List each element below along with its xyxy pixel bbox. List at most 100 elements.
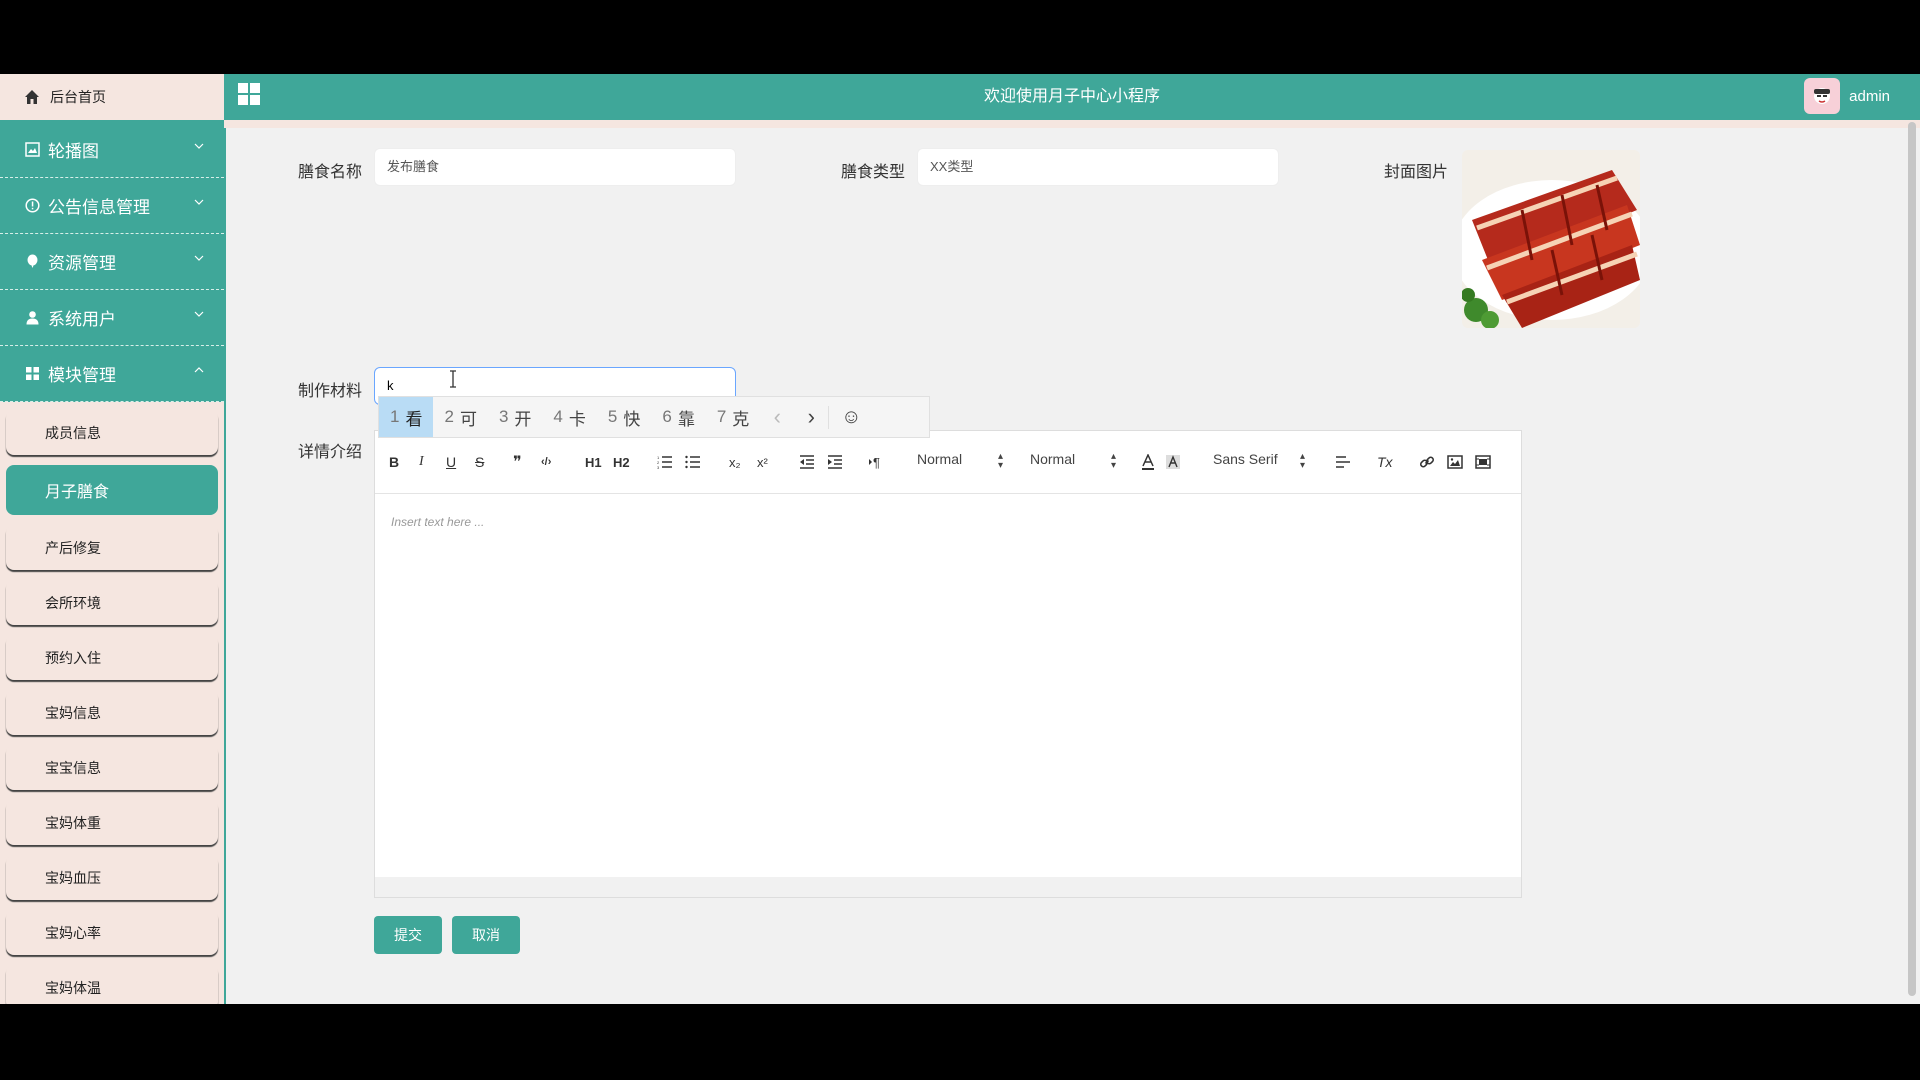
ordered-list-icon: 123 <box>657 455 672 469</box>
submenu-item-environment[interactable]: 会所环境 <box>6 580 218 625</box>
candidate-number: 3 <box>498 407 509 426</box>
background-color-button[interactable] <box>1165 451 1181 473</box>
user-menu[interactable]: admin <box>1804 76 1890 116</box>
candidate-number: 6 <box>662 407 672 426</box>
font-select-value: Sans Serif <box>1213 451 1278 467</box>
size-select[interactable]: Normal ▴ ▾ <box>1030 451 1116 473</box>
meal-name-label: 膳食名称 <box>298 164 363 181</box>
image-icon <box>24 142 40 158</box>
ime-candidate[interactable]: 1看 <box>379 397 434 437</box>
strike-button[interactable]: S <box>475 451 484 473</box>
bold-button[interactable]: B <box>389 451 399 473</box>
bullet-list-button[interactable] <box>685 451 701 473</box>
user-icon <box>24 310 40 326</box>
ime-next-arrow-icon[interactable]: › <box>794 404 828 430</box>
ime-candidate[interactable]: 7克 <box>706 397 760 437</box>
sidebar-home-label: 后台首页 <box>50 89 106 105</box>
text-cursor-icon <box>450 370 456 388</box>
svg-text:¶: ¶ <box>873 455 880 469</box>
candidate-number: 1 <box>390 407 400 426</box>
submenu-label: 成员信息 <box>45 424 101 441</box>
header-select[interactable]: Normal ▴ ▾ <box>917 451 1003 473</box>
link-icon <box>1419 456 1435 468</box>
editor-placeholder[interactable]: Insert text here ... <box>391 515 484 529</box>
menu-label: 模块管理 <box>48 366 116 385</box>
grid-icon <box>24 366 40 382</box>
ime-prev-arrow-icon[interactable]: ‹ <box>760 404 794 430</box>
outdent-button[interactable] <box>799 451 815 473</box>
submenu-item-mother-bp[interactable]: 宝妈血压 <box>6 855 218 900</box>
app-window: 后台首页 轮播图 公告信息管理 资源管理 系统用户 模块管理 成员信息 月子膳食… <box>0 74 1920 1004</box>
outdent-icon <box>800 455 814 469</box>
ime-emoji-icon[interactable]: ☺ <box>828 405 873 429</box>
submenu-item-baby-info[interactable]: 宝宝信息 <box>6 745 218 790</box>
submenu-item-meals[interactable]: 月子膳食 <box>6 465 218 515</box>
ime-candidate[interactable]: 2可 <box>433 397 487 437</box>
cover-image-label: 封面图片 <box>1384 164 1449 181</box>
blockquote-button[interactable]: ❞ <box>513 451 522 473</box>
video-button[interactable] <box>1475 451 1491 473</box>
chevron-down-icon <box>194 199 204 205</box>
ime-candidate[interactable]: 4卡 <box>542 397 596 437</box>
align-button[interactable] <box>1335 451 1351 473</box>
indent-button[interactable] <box>827 451 843 473</box>
submenu-item-mother-info[interactable]: 宝妈信息 <box>6 690 218 735</box>
h2-button[interactable]: H2 <box>613 451 630 473</box>
candidate-number: 2 <box>444 407 454 426</box>
code-button[interactable]: ‹/› <box>541 451 551 473</box>
submenu-label: 月子膳食 <box>45 484 110 501</box>
submit-button[interactable]: 提交 <box>374 916 442 954</box>
cancel-button[interactable]: 取消 <box>452 916 520 954</box>
submenu-label: 会所环境 <box>45 594 101 611</box>
header-select-value: Normal <box>917 451 963 467</box>
submenu-item-members[interactable]: 成员信息 <box>6 410 218 455</box>
submenu-item-mother-hr[interactable]: 宝妈心率 <box>6 910 218 955</box>
submenu-label: 宝妈血压 <box>45 869 101 886</box>
superscript-button[interactable]: x² <box>757 451 768 473</box>
image-insert-icon <box>1447 455 1463 469</box>
menu-carousel[interactable]: 轮播图 <box>0 122 224 178</box>
submenu-label: 产后修复 <box>45 539 101 556</box>
image-button[interactable] <box>1447 451 1463 473</box>
select-caret-icon: ▴ ▾ <box>1110 451 1116 471</box>
menu-resource[interactable]: 资源管理 <box>0 234 224 290</box>
ime-candidate[interactable]: 5快 <box>597 397 651 437</box>
submenu-item-booking[interactable]: 预约入住 <box>6 635 218 680</box>
video-icon <box>1475 455 1491 469</box>
menu-system-user[interactable]: 系统用户 <box>0 290 224 346</box>
candidate-char: 靠 <box>677 409 695 429</box>
text-direction-button[interactable]: ¶ <box>869 451 885 473</box>
underline-button[interactable]: U <box>446 451 456 473</box>
submenu-label: 宝宝信息 <box>45 759 101 776</box>
link-button[interactable] <box>1419 451 1435 473</box>
menu-module[interactable]: 模块管理 <box>0 346 224 402</box>
submenu-label: 宝妈心率 <box>45 924 101 941</box>
sidebar: 后台首页 轮播图 公告信息管理 资源管理 系统用户 模块管理 成员信息 月子膳食… <box>0 74 226 1004</box>
ime-candidate[interactable]: 3开 <box>488 397 542 437</box>
page-scrollbar[interactable] <box>1908 122 1916 996</box>
meal-type-input[interactable]: XX类型 <box>917 148 1279 186</box>
cover-image[interactable] <box>1462 150 1640 328</box>
submenu-item-mother-weight[interactable]: 宝妈体重 <box>6 800 218 845</box>
select-caret-icon: ▴ ▾ <box>1299 451 1305 471</box>
top-header: 欢迎使用月子中心小程序 admin <box>224 74 1920 120</box>
menu-notice[interactable]: 公告信息管理 <box>0 178 224 234</box>
roast-pork-image <box>1462 150 1640 328</box>
clear-format-button[interactable]: Tx <box>1377 451 1393 473</box>
submenu-label: 预约入住 <box>45 649 101 666</box>
submenu-item-recovery[interactable]: 产后修复 <box>6 525 218 570</box>
submenu-label: 宝妈信息 <box>45 704 101 721</box>
meal-name-input[interactable]: 发布膳食 <box>374 148 736 186</box>
italic-button[interactable]: I <box>419 451 424 473</box>
sidebar-home[interactable]: 后台首页 <box>0 74 224 122</box>
username: admin <box>1849 87 1890 105</box>
font-color-button[interactable] <box>1141 451 1155 473</box>
ordered-list-button[interactable]: 123 <box>657 451 673 473</box>
h1-button[interactable]: H1 <box>585 451 602 473</box>
font-family-select[interactable]: Sans Serif ▴ ▾ <box>1213 451 1305 473</box>
subscript-button[interactable]: x₂ <box>729 451 741 473</box>
ime-candidate[interactable]: 6靠 <box>651 397 705 437</box>
svg-text:3: 3 <box>657 465 660 469</box>
submenu-item-mother-temp[interactable]: 宝妈体温 <box>6 965 218 1004</box>
candidate-number: 7 <box>716 407 727 426</box>
